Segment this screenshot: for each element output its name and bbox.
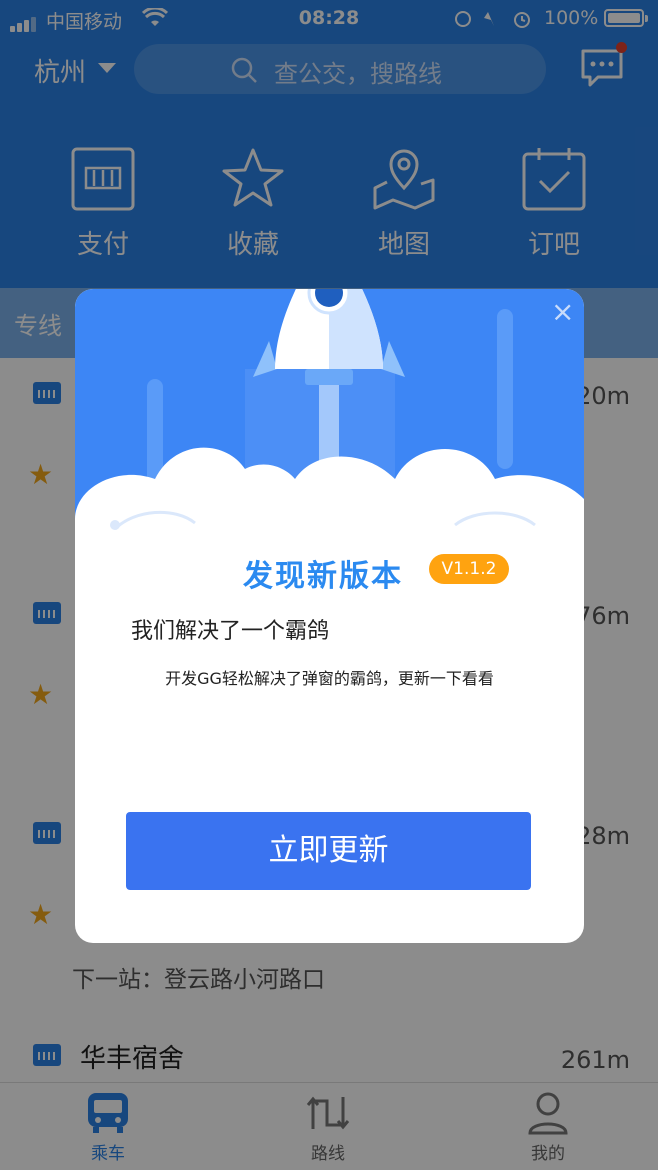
close-icon[interactable]: × <box>551 295 574 328</box>
dialog-banner <box>75 289 584 579</box>
update-dialog: × 发现新版本 V1.1.2 我们解决了一个霸鸽 开发GG轻松解决了弹窗的霸鸽，… <box>75 289 584 943</box>
dialog-heading: 我们解决了一个霸鸽 <box>131 619 330 644</box>
dialog-title: 发现新版本 <box>243 559 403 594</box>
version-badge: V1.1.2 <box>429 554 509 584</box>
rocket-illustration <box>75 289 584 579</box>
update-now-button[interactable]: 立即更新 <box>126 812 531 890</box>
dialog-description: 开发GG轻松解决了弹窗的霸鸽，更新一下看看 <box>165 669 494 688</box>
